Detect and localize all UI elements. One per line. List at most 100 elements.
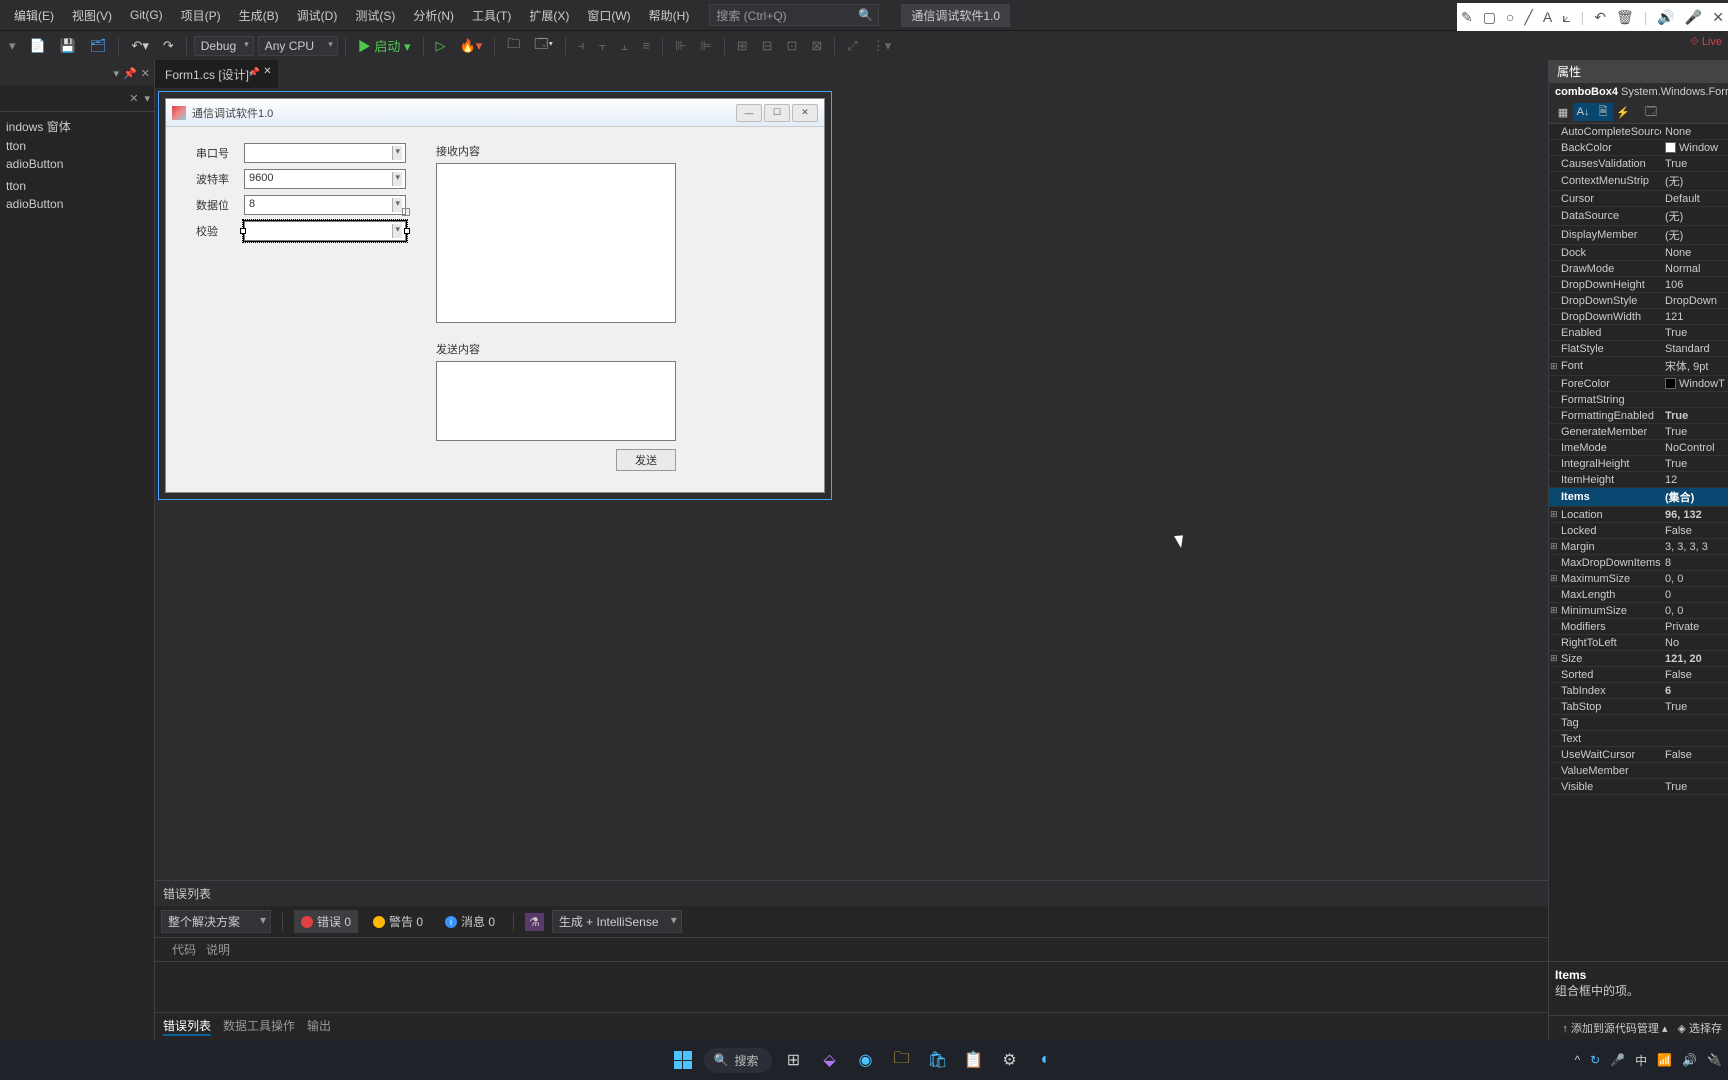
platform-combo[interactable]: Any CPU <box>258 36 338 56</box>
property-grid[interactable]: AutoCompleteSourceNoneBackColorWindowCau… <box>1549 124 1728 961</box>
prop-pages-icon[interactable]: 🗔 <box>1641 103 1661 121</box>
edge-icon[interactable]: ◉ <box>850 1045 880 1075</box>
property-row[interactable]: ContextMenuStrip(无) <box>1549 172 1728 191</box>
redo-icon[interactable]: ↷ <box>158 35 179 57</box>
send-textbox[interactable] <box>436 361 676 441</box>
order-icon[interactable]: ⤢ <box>842 35 862 57</box>
pin-icon[interactable]: 📌 <box>123 67 137 80</box>
menu-debug[interactable]: 调试(D) <box>289 4 346 27</box>
menu-tools[interactable]: 工具(T) <box>464 4 519 27</box>
minimize-icon[interactable]: — <box>736 104 762 122</box>
close-icon[interactable]: ✕ <box>792 104 818 122</box>
size1-icon[interactable]: ⊞ <box>732 35 753 57</box>
parity-combo[interactable] <box>244 221 406 241</box>
menu-edit[interactable]: 编辑(E) <box>6 4 62 27</box>
pencil-icon[interactable]: ✎ <box>1461 9 1473 26</box>
menu-help[interactable]: 帮助(H) <box>641 4 698 27</box>
save-icon[interactable]: 💾 <box>55 35 81 57</box>
task-view-icon[interactable]: ⊞ <box>778 1045 808 1075</box>
undo-icon[interactable]: ↶▾ <box>126 35 153 57</box>
property-row[interactable]: RightToLeftNo <box>1549 635 1728 651</box>
categorize-icon[interactable]: ▦ <box>1553 103 1573 121</box>
property-row[interactable]: SortedFalse <box>1549 667 1728 683</box>
alpha-icon[interactable]: A↓ <box>1573 103 1593 121</box>
port-combo[interactable] <box>244 143 406 163</box>
messages-filter[interactable]: i消息 0 <box>438 910 502 933</box>
align3-icon[interactable]: ⫠ <box>616 35 634 57</box>
build-combo[interactable]: 生成 + IntelliSense <box>552 910 682 933</box>
property-row[interactable]: ⊞Margin3, 3, 3, 3 <box>1549 539 1728 555</box>
property-row[interactable]: IntegralHeightTrue <box>1549 456 1728 472</box>
app3-icon[interactable]: ◐ <box>1030 1045 1060 1075</box>
menu-project[interactable]: 项目(P) <box>173 4 229 27</box>
size4-icon[interactable]: ⊠ <box>806 35 827 57</box>
property-row[interactable]: UseWaitCursorFalse <box>1549 747 1728 763</box>
live-share-label[interactable]: ⟐ Live <box>1690 36 1722 49</box>
ruler-icon[interactable]: ⟀ <box>1562 9 1570 26</box>
text-icon[interactable]: A <box>1543 9 1552 25</box>
align-icon[interactable]: ⫞ <box>573 35 590 57</box>
property-row[interactable]: ⊞Location96, 132 <box>1549 507 1728 523</box>
saveall-icon[interactable]: 🗂 <box>85 35 112 57</box>
volume-icon[interactable]: 🔊 <box>1682 1053 1697 1067</box>
column-headers[interactable]: 代码 说明 项目 <box>155 938 1728 962</box>
speaker-icon[interactable]: 🔊 <box>1657 9 1674 26</box>
dist2-icon[interactable]: ⊫ <box>695 35 716 57</box>
start-button[interactable]: ▶ 启动 ▾ <box>353 33 416 58</box>
property-row[interactable]: DataSource(无) <box>1549 207 1728 226</box>
property-row[interactable]: MaxDropDownItems8 <box>1549 555 1728 571</box>
dropdown-icon[interactable]: ▾ <box>144 92 150 105</box>
property-row[interactable]: DockNone <box>1549 245 1728 261</box>
property-row[interactable]: TabIndex6 <box>1549 683 1728 699</box>
undo-icon[interactable]: ↶ <box>1594 9 1606 26</box>
property-row[interactable]: ItemHeight12 <box>1549 472 1728 488</box>
property-row[interactable]: GenerateMemberTrue <box>1549 424 1728 440</box>
maximize-icon[interactable]: ☐ <box>764 104 790 122</box>
trash-icon[interactable]: 🗑 <box>1616 9 1634 26</box>
close-icon[interactable]: ✕ <box>263 66 271 77</box>
property-row[interactable]: FormattingEnabledTrue <box>1549 408 1728 424</box>
toolbox-tree[interactable]: indows 窗体 tton adioButton tton adioButto… <box>0 112 154 1040</box>
select-repo[interactable]: ◈ 选择存 <box>1677 1020 1722 1036</box>
property-row[interactable]: Text <box>1549 731 1728 747</box>
property-row[interactable]: FormatString <box>1549 392 1728 408</box>
events-icon[interactable]: ⚡ <box>1613 103 1633 121</box>
menu-git[interactable]: Git(G) <box>122 5 171 25</box>
baud-combo[interactable]: 9600 <box>244 169 406 189</box>
close-icon[interactable]: ✕ <box>129 92 138 105</box>
props-icon[interactable]: 🗎 <box>1593 103 1613 121</box>
app-icon[interactable]: 📋 <box>958 1045 988 1075</box>
vs-icon[interactable]: ⬙ <box>814 1045 844 1075</box>
property-row[interactable]: Tag <box>1549 715 1728 731</box>
property-row[interactable]: DropDownWidth121 <box>1549 309 1728 325</box>
menu-window[interactable]: 窗口(W) <box>579 4 638 27</box>
taskbar-search[interactable]: 🔍 搜索 <box>704 1048 773 1073</box>
tab-errorlist[interactable]: 错误列表 <box>163 1017 211 1036</box>
grid-icon[interactable]: ⋮▾ <box>867 35 897 57</box>
property-row[interactable]: ⊞Size121, 20 <box>1549 651 1728 667</box>
menu-build[interactable]: 生成(B) <box>231 4 287 27</box>
filter-icon[interactable]: ⚗ <box>525 913 544 931</box>
publish-icon[interactable]: 🗔▾ <box>529 32 558 60</box>
property-row[interactable]: CausesValidationTrue <box>1549 156 1728 172</box>
square-icon[interactable]: ▢ <box>1483 9 1496 26</box>
property-row[interactable]: AutoCompleteSourceNone <box>1549 124 1728 140</box>
property-row[interactable]: TabStopTrue <box>1549 699 1728 715</box>
mic-off-icon[interactable]: 🎤 <box>1685 9 1702 26</box>
menu-view[interactable]: 视图(V) <box>64 4 120 27</box>
selected-object[interactable]: comboBox4 System.Windows.Forms. <box>1549 83 1728 101</box>
dist1-icon[interactable]: ⊪ <box>670 35 691 57</box>
form-designer[interactable]: 通信调试软件1.0 — ☐ ✕ 串口号 波特率9600 数据位8 校验 <box>155 88 1728 880</box>
browse-icon[interactable]: 🗀 <box>502 32 525 60</box>
wifi-icon[interactable]: 📶 <box>1657 1053 1672 1067</box>
data-combo[interactable]: 8 <box>244 195 406 215</box>
property-row[interactable]: Items(集合) <box>1549 488 1728 507</box>
property-row[interactable]: CursorDefault <box>1549 191 1728 207</box>
property-row[interactable]: ⊞Font宋体, 9pt <box>1549 357 1728 376</box>
search-input[interactable]: 搜索 (Ctrl+Q)🔍 <box>709 4 879 26</box>
property-row[interactable]: ForeColorWindowT <box>1549 376 1728 392</box>
chevron-up-icon[interactable]: ^ <box>1574 1053 1580 1067</box>
dropdown-icon[interactable]: ▾ <box>114 67 120 80</box>
property-row[interactable]: ModifiersPrivate <box>1549 619 1728 635</box>
size3-icon[interactable]: ⊡ <box>782 35 803 57</box>
